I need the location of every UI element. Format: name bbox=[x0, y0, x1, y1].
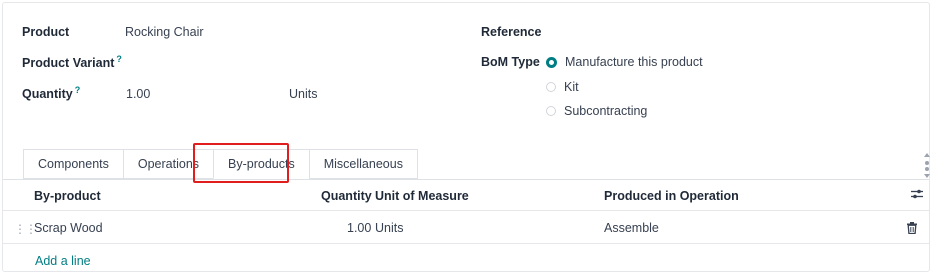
row-uom[interactable]: Units bbox=[375, 221, 403, 235]
radio-selected-icon[interactable] bbox=[546, 56, 557, 68]
product-field[interactable]: Rocking Chair bbox=[125, 25, 204, 39]
bom-type-label: BoM Type bbox=[481, 55, 540, 69]
bom-type-option-label: Kit bbox=[564, 80, 579, 94]
column-header-operation[interactable]: Produced in Operation bbox=[604, 189, 739, 203]
product-variant-label: Product Variant? bbox=[22, 54, 122, 71]
drag-handle-icon[interactable]: ⋮⋮ bbox=[14, 222, 37, 236]
table-row-divider bbox=[3, 243, 929, 244]
column-header-quantity[interactable]: Quantity bbox=[321, 189, 372, 203]
bom-type-option-label: Subcontracting bbox=[564, 104, 648, 118]
row-byproduct[interactable]: Scrap Wood bbox=[34, 221, 103, 235]
row-operation[interactable]: Assemble bbox=[604, 221, 659, 235]
tab-components[interactable]: Components bbox=[23, 149, 123, 179]
product-variant-field[interactable] bbox=[125, 50, 425, 70]
table-header-divider bbox=[3, 210, 929, 211]
reference-field[interactable] bbox=[546, 21, 916, 41]
quantity-uom-field[interactable]: Units bbox=[289, 87, 317, 101]
trash-icon[interactable] bbox=[907, 222, 917, 234]
bom-type-option-subcontracting[interactable]: Subcontracting bbox=[546, 104, 647, 118]
scroll-arrows-icon[interactable] bbox=[923, 150, 931, 180]
bom-form-sheet: Product Rocking Chair Product Variant? Q… bbox=[2, 2, 930, 272]
help-tooltip-icon[interactable]: ? bbox=[75, 85, 81, 95]
bom-type-option-manufacture[interactable]: Manufacture this product bbox=[546, 55, 703, 69]
radio-unselected-icon[interactable] bbox=[546, 82, 556, 92]
bom-type-option-label: Manufacture this product bbox=[565, 55, 703, 69]
tab-miscellaneous[interactable]: Miscellaneous bbox=[308, 149, 418, 179]
help-tooltip-icon[interactable]: ? bbox=[116, 54, 122, 64]
quantity-field[interactable]: 1.00 bbox=[126, 87, 150, 101]
add-line-link[interactable]: Add a line bbox=[35, 254, 91, 268]
radio-unselected-icon[interactable] bbox=[546, 106, 556, 116]
sliders-icon[interactable] bbox=[911, 189, 923, 199]
product-label: Product bbox=[22, 25, 70, 39]
column-header-byproduct[interactable]: By-product bbox=[34, 189, 101, 203]
column-header-uom[interactable]: Unit of Measure bbox=[375, 189, 469, 203]
tab-divider bbox=[3, 179, 929, 180]
quantity-label: Quantity? bbox=[22, 85, 81, 102]
row-quantity[interactable]: 1.00 bbox=[347, 221, 371, 235]
reference-label: Reference bbox=[481, 25, 542, 39]
bom-type-option-kit[interactable]: Kit bbox=[546, 80, 579, 94]
highlight-box bbox=[193, 143, 289, 183]
